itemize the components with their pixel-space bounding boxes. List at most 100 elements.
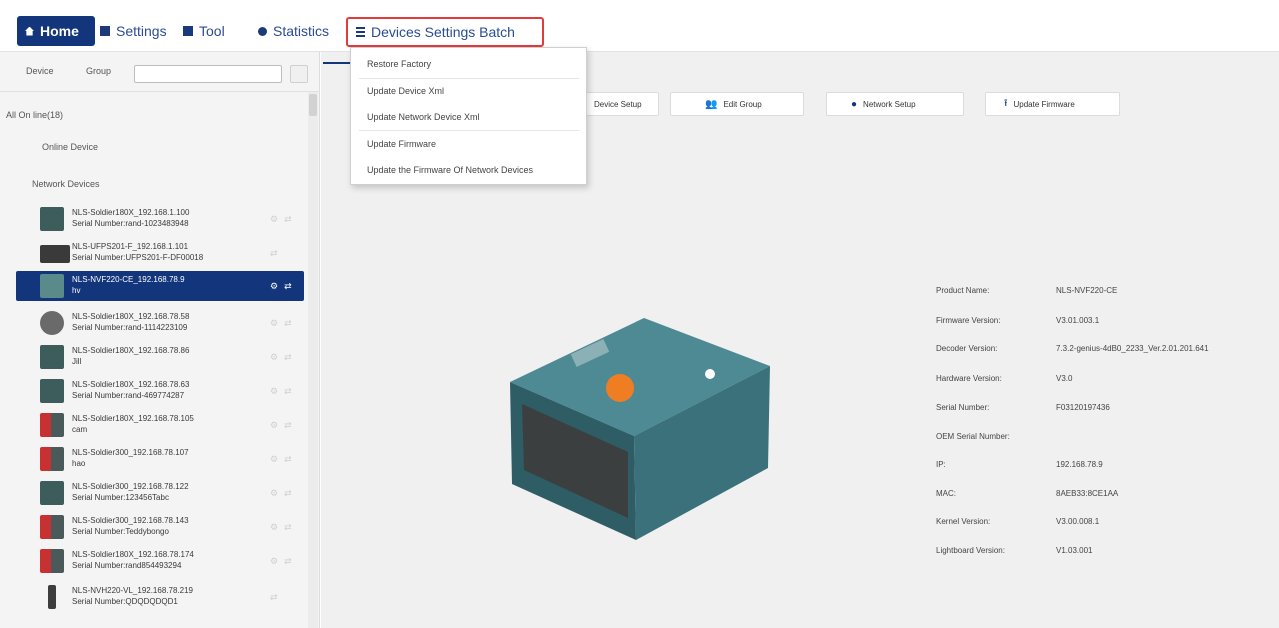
scanner-device-icon: [40, 515, 64, 539]
info-label: MAC:: [936, 489, 956, 498]
device-serial: Jill: [72, 357, 82, 366]
menu-bar: Home Settings Tool Statistics Devices Se…: [0, 0, 1279, 52]
device-list-item[interactable]: NLS-Soldier180X_192.168.1.100 Serial Numb…: [16, 204, 304, 234]
device-serial: Serial Number:rand-1114223109: [72, 323, 188, 332]
device-label: NLS-Soldier300_192.168.78.122 Serial Numb…: [72, 481, 252, 503]
device-setup-button[interactable]: Device Setup: [579, 92, 659, 116]
device-image: [510, 318, 770, 540]
device-label: NLS-Soldier180X_192.168.78.58 Serial Numb…: [72, 311, 252, 333]
device-name: NLS-Soldier180X_192.168.78.63: [72, 380, 190, 389]
device-row-actions[interactable]: ⚙⇄: [270, 556, 298, 567]
device-row-actions[interactable]: ⚙⇄: [270, 281, 298, 292]
tab-group[interactable]: Group: [86, 66, 111, 76]
device-label: NLS-Soldier180X_192.168.78.63 Serial Numb…: [72, 379, 252, 401]
device-list-item[interactable]: NLS-Soldier300_192.168.78.143 Serial Numb…: [16, 512, 304, 542]
tree-node-network-devices[interactable]: Network Devices: [32, 179, 100, 189]
scanner-device-icon: [40, 379, 64, 403]
info-value-ip: 192.168.78.9: [1056, 460, 1103, 469]
info-value-kernel: V3.00.008.1: [1056, 517, 1100, 526]
scanner-device-icon: [40, 413, 64, 437]
device-list-item[interactable]: NLS-Soldier180X_192.168.78.63 Serial Numb…: [16, 376, 304, 406]
device-list-item[interactable]: NLS-Soldier180X_192.168.78.174 Serial Num…: [16, 546, 304, 576]
tree-node-all-online[interactable]: All On line(18): [6, 110, 63, 120]
dropdown-item-update-device-xml[interactable]: Update Device Xml: [351, 78, 586, 104]
menu-settings[interactable]: Settings: [100, 16, 167, 46]
tab-device[interactable]: Device: [26, 66, 54, 76]
device-setup-label: Device Setup: [594, 99, 642, 109]
device-name: NLS-NVH220-VL_192.168.78.219: [72, 586, 193, 595]
tool-icon: [183, 26, 193, 36]
update-firmware-button[interactable]: ⭱ Update Firmware: [985, 92, 1120, 116]
globe-icon: ●: [851, 98, 858, 110]
device-label: NLS-Soldier180X_192.168.78.105 cam: [72, 413, 252, 435]
device-row-actions[interactable]: ⚙⇄: [270, 454, 298, 465]
device-row-actions[interactable]: ⚙⇄: [270, 386, 298, 397]
menu-home-label: Home: [40, 23, 79, 39]
info-label: Serial Number:: [936, 403, 990, 412]
menu-tool-label: Tool: [199, 23, 225, 39]
device-list-item[interactable]: NLS-UFPS201-F_192.168.1.101 Serial Number…: [16, 238, 304, 268]
device-row-actions[interactable]: ⚙⇄: [270, 522, 298, 533]
menu-devices-settings-batch[interactable]: Devices Settings Batch: [346, 17, 544, 47]
device-row-actions[interactable]: ⚙⇄: [270, 352, 298, 363]
menu-statistics[interactable]: Statistics: [258, 16, 329, 46]
info-label: Firmware Version:: [936, 316, 1001, 325]
statistics-icon: [258, 26, 267, 36]
device-serial: Serial Number:Teddybongo: [72, 527, 169, 536]
batch-dropdown-menu: Restore Factory Update Device Xml Update…: [350, 47, 587, 185]
dropdown-item-update-network-firmware[interactable]: Update the Firmware Of Network Devices: [351, 157, 586, 183]
device-row-actions[interactable]: ⚙⇄: [270, 214, 298, 225]
network-setup-button[interactable]: ● Network Setup: [826, 92, 964, 116]
device-list-item[interactable]: NLS-Soldier180X_192.168.78.105 cam ⚙⇄: [16, 410, 304, 440]
menu-home[interactable]: Home: [17, 16, 95, 46]
home-icon: [25, 26, 34, 36]
device-row-actions[interactable]: ⇄: [270, 592, 284, 603]
device-name: NLS-Soldier300_192.168.78.107: [72, 448, 189, 457]
edit-group-button[interactable]: 👥 Edit Group: [670, 92, 804, 116]
tree-scrollbar-thumb[interactable]: [309, 94, 317, 116]
tree-scrollbar[interactable]: [308, 92, 318, 628]
device-serial: cam: [72, 425, 88, 434]
device-list-item[interactable]: NLS-Soldier180X_192.168.78.86 Jill ⚙⇄: [16, 342, 304, 372]
search-button[interactable]: [290, 65, 308, 83]
upload-icon: ⭱: [1004, 97, 1008, 109]
info-value-hardware: V3.0: [1056, 374, 1073, 383]
device-logo: [705, 369, 715, 379]
edit-group-label: Edit Group: [723, 99, 762, 109]
device-list-item[interactable]: NLS-Soldier300_192.168.78.107 hao ⚙⇄: [16, 444, 304, 474]
info-label: IP:: [936, 460, 946, 469]
device-tree-panel: Device Group All On line(18) Online Devi…: [0, 52, 320, 628]
dropdown-item-update-network-device-xml[interactable]: Update Network Device Xml: [351, 104, 586, 130]
device-orange-button: [606, 374, 634, 402]
device-name: NLS-Soldier180X_192.168.1.100: [72, 208, 190, 217]
device-row-actions[interactable]: ⇄: [270, 248, 284, 259]
device-row-actions[interactable]: ⚙⇄: [270, 488, 298, 499]
device-serial: Serial Number:rand854493294: [72, 561, 182, 570]
tree-node-online-device[interactable]: Online Device: [42, 142, 98, 152]
device-label: NLS-Soldier180X_192.168.78.174 Serial Num…: [72, 549, 252, 571]
device-name: NLS-Soldier180X_192.168.78.86: [72, 346, 190, 355]
network-setup-label: Network Setup: [863, 99, 916, 109]
device-label: NLS-Soldier180X_192.168.1.100 Serial Numb…: [72, 207, 252, 229]
device-list-item-selected[interactable]: NLS-NVF220-CE_192.168.78.9 hv ⚙⇄: [16, 271, 304, 301]
dropdown-item-update-firmware[interactable]: Update Firmware: [351, 131, 586, 157]
device-serial: Serial Number:UFPS201-F-DF00018: [72, 253, 204, 262]
menu-tool[interactable]: Tool: [183, 16, 225, 46]
device-name: NLS-Soldier300_192.168.78.122: [72, 482, 189, 491]
info-label: Decoder Version:: [936, 344, 998, 353]
device-serial: hv: [72, 286, 81, 295]
info-label: OEM Serial Number:: [936, 432, 1010, 441]
device-row-actions[interactable]: ⚙⇄: [270, 420, 298, 431]
device-list-item[interactable]: NLS-NVH220-VL_192.168.78.219 Serial Numbe…: [16, 582, 304, 612]
device-label: NLS-Soldier300_192.168.78.143 Serial Numb…: [72, 515, 252, 537]
device-search-input[interactable]: [134, 65, 282, 83]
device-list-item[interactable]: NLS-Soldier300_192.168.78.122 Serial Numb…: [16, 478, 304, 508]
dropdown-item-restore-factory[interactable]: Restore Factory: [351, 51, 586, 77]
settings-icon: [100, 26, 110, 36]
device-row-actions[interactable]: ⚙⇄: [270, 318, 298, 329]
scanner-device-icon: [40, 447, 64, 471]
list-icon: [356, 27, 365, 37]
device-list-item[interactable]: NLS-Soldier180X_192.168.78.58 Serial Numb…: [16, 308, 304, 338]
device-label: NLS-NVH220-VL_192.168.78.219 Serial Numbe…: [72, 585, 252, 607]
device-label: NLS-Soldier180X_192.168.78.86 Jill: [72, 345, 252, 367]
